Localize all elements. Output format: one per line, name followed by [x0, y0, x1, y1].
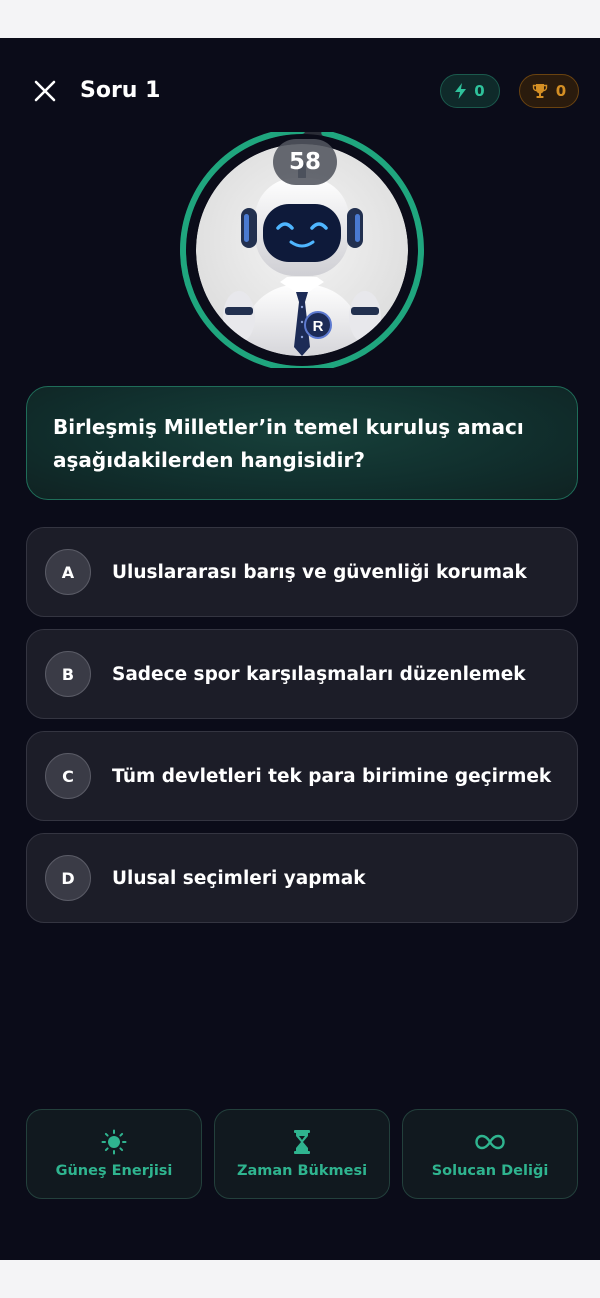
trophy-count: 0 — [555, 82, 567, 100]
option-text: Ulusal seçimleri yapmak — [112, 867, 366, 889]
powerup-solar-energy-button[interactable]: Güneş Enerjisi — [26, 1109, 202, 1199]
option-text: Uluslararası barış ve güvenliği korumak — [112, 561, 527, 583]
option-text: Tüm devletleri tek para birimine geçirme… — [112, 765, 552, 787]
infinity-icon — [475, 1134, 505, 1150]
question-title: Soru 1 — [80, 78, 161, 103]
answer-option-b[interactable]: B Sadece spor karşılaşmaları düzenlemek — [26, 629, 578, 719]
trophy-counter: 0 — [519, 74, 579, 108]
question-text: Birleşmiş Milletler’in temel kuruluş ama… — [53, 415, 524, 472]
option-letter: D — [45, 855, 91, 901]
powerup-wormhole-button[interactable]: Solucan Deliği — [402, 1109, 578, 1199]
hourglass-icon — [294, 1130, 310, 1154]
powerup-label: Güneş Enerjisi — [55, 1163, 173, 1179]
powerup-label: Zaman Bükmesi — [236, 1163, 368, 1179]
answer-option-d[interactable]: D Ulusal seçimleri yapmak — [26, 833, 578, 923]
powerup-time-bend-button[interactable]: Zaman Bükmesi — [214, 1109, 390, 1199]
trophy-icon — [532, 84, 547, 98]
energy-counter: 0 — [440, 74, 500, 108]
option-letter: A — [45, 549, 91, 595]
sun-icon — [101, 1129, 127, 1155]
answer-option-c[interactable]: C Tüm devletleri tek para birimine geçir… — [26, 731, 578, 821]
option-text: Sadece spor karşılaşmaları düzenlemek — [112, 663, 526, 685]
timer-countdown: 58 — [273, 139, 337, 185]
mascot-badge-letter: R — [313, 318, 324, 335]
powerup-label: Solucan Deliği — [431, 1163, 549, 1179]
energy-count: 0 — [474, 82, 485, 100]
lightning-icon — [455, 83, 467, 99]
close-icon — [34, 80, 56, 102]
question-card: Birleşmiş Milletler’in temel kuruluş ama… — [26, 386, 578, 500]
option-letter: C — [45, 753, 91, 799]
answer-option-a[interactable]: A Uluslararası barış ve güvenliği koruma… — [26, 527, 578, 617]
close-button[interactable] — [30, 76, 60, 106]
option-letter: B — [45, 651, 91, 697]
